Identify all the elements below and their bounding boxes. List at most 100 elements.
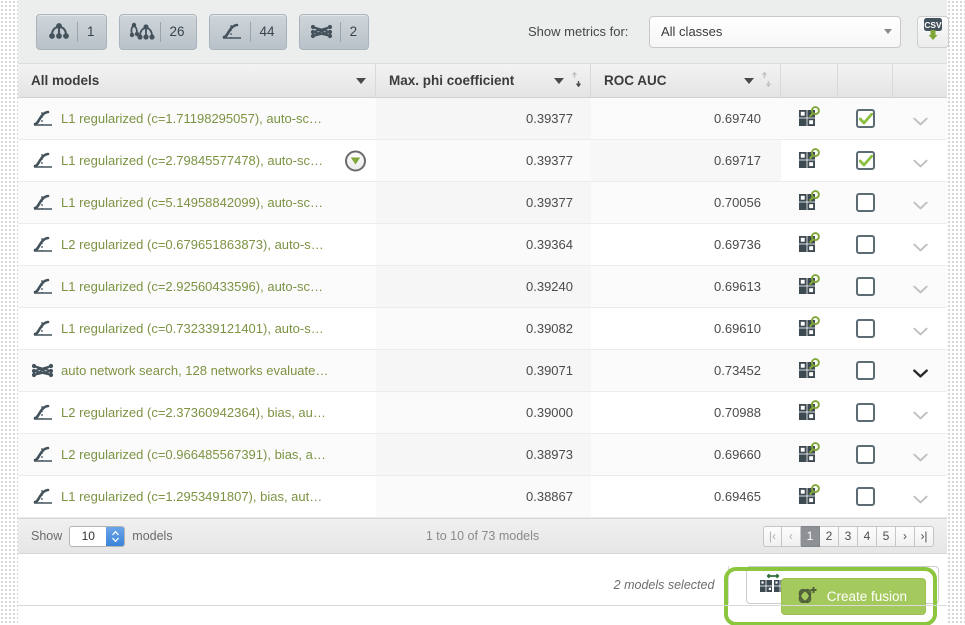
pagination-range-label: 1 to 10 of 73 models: [425, 529, 540, 543]
row-select-checkbox[interactable]: [856, 277, 875, 296]
row-select-checkbox[interactable]: [856, 235, 875, 254]
table-row[interactable]: L1 regularized (c=1.71198295057), auto-s…: [18, 98, 947, 140]
phi-coefficient-cell: 0.38867: [526, 489, 573, 504]
row-select-checkbox[interactable]: [856, 445, 875, 464]
pagination-page-3[interactable]: 3: [839, 525, 858, 547]
expand-row-chevron-icon[interactable]: [912, 198, 928, 210]
sort-icon[interactable]: [762, 70, 771, 90]
table-row[interactable]: L2 regularized (c=0.679651863873), auto-…: [18, 224, 947, 266]
model-type-filter-deepnet[interactable]: 2: [298, 13, 370, 50]
row-select-checkbox[interactable]: [856, 361, 875, 380]
expand-row-chevron-icon[interactable]: [912, 366, 928, 378]
table-row[interactable]: L1 regularized (c=0.732339121401), auto-…: [18, 308, 947, 350]
pagination-next-button[interactable]: ›: [896, 525, 915, 547]
pagination-first-button[interactable]: |‹: [762, 525, 782, 547]
row-select-checkbox[interactable]: [856, 487, 875, 506]
pagination-last-button[interactable]: ›|: [915, 525, 934, 547]
expand-row-chevron-icon[interactable]: [912, 240, 928, 252]
model-name-link[interactable]: L1 regularized (c=2.92560433596), auto-s…: [61, 279, 329, 294]
expand-row-chevron-icon[interactable]: [912, 324, 928, 336]
inspect-model-icon[interactable]: [798, 316, 822, 341]
model-name-link[interactable]: L1 regularized (c=1.2953491807), bias, a…: [61, 489, 329, 504]
inspect-model-icon[interactable]: [798, 358, 822, 383]
create-fusion-button[interactable]: Create fusion: [780, 578, 926, 615]
row-select-checkbox[interactable]: [856, 403, 875, 422]
decision-tree-icon: [46, 21, 72, 43]
roc-auc-cell: 0.70056: [714, 195, 761, 210]
model-name-link[interactable]: L1 regularized (c=5.14958842099), auto-s…: [61, 195, 329, 210]
logistic-regression-icon: [31, 151, 61, 171]
inspect-model-icon[interactable]: [798, 232, 822, 257]
row-select-checkbox[interactable]: [856, 109, 875, 128]
model-name-link[interactable]: auto network search, 128 networks evalua…: [61, 363, 329, 378]
inspect-model-icon[interactable]: [798, 274, 822, 299]
expand-row-chevron-icon[interactable]: [912, 156, 928, 168]
pagination-page-5[interactable]: 5: [877, 525, 896, 547]
model-name-link[interactable]: L1 regularized (c=2.79845577478), auto-s…: [61, 153, 329, 168]
row-select-checkbox[interactable]: [856, 319, 875, 338]
expand-row-chevron-icon[interactable]: [912, 492, 928, 504]
model-name-link[interactable]: L2 regularized (c=2.37360942364), bias, …: [61, 405, 329, 420]
inspect-model-icon[interactable]: [798, 484, 822, 509]
row-menu-button[interactable]: [345, 150, 366, 171]
pagination-prev-button[interactable]: ‹: [782, 525, 801, 547]
inspect-model-icon[interactable]: [798, 400, 822, 425]
pagination-page-2[interactable]: 2: [820, 525, 839, 547]
roc-auc-cell: 0.69717: [591, 140, 781, 181]
logistic-regression-icon: [31, 403, 61, 423]
table-row[interactable]: L2 regularized (c=2.37360942364), bias, …: [18, 392, 947, 434]
table-row[interactable]: L1 regularized (c=2.79845577478), auto-s…: [18, 140, 947, 182]
stepper-arrows[interactable]: [106, 526, 125, 546]
model-type-filter-logistic-regression[interactable]: 44: [208, 13, 287, 50]
logistic-regression-icon: [31, 445, 61, 465]
pagination-page-1[interactable]: 1: [801, 525, 820, 547]
table-row[interactable]: L2 regularized (c=0.966485567391), bias,…: [18, 434, 947, 476]
selected-count-label: 2 models selected: [613, 577, 715, 592]
svg-text:CSV: CSV: [924, 20, 942, 30]
sort-icon[interactable]: [572, 70, 581, 90]
model-name-link[interactable]: L1 regularized (c=0.732339121401), auto-…: [61, 321, 329, 336]
models-label: models: [132, 529, 173, 543]
divider: [159, 21, 161, 42]
column-header-all-models[interactable]: All models: [18, 64, 376, 97]
class-filter-select[interactable]: All classes: [649, 15, 901, 48]
pagination-page-4[interactable]: 4: [858, 525, 877, 547]
inspect-model-icon[interactable]: [798, 442, 822, 467]
expand-row-chevron-icon[interactable]: [912, 450, 928, 462]
phi-coefficient-cell: 0.39377: [526, 111, 573, 126]
model-name-link[interactable]: L1 regularized (c=1.71198295057), auto-s…: [61, 111, 329, 126]
model-name-link[interactable]: L2 regularized (c=0.679651863873), auto-…: [61, 237, 329, 252]
table-row[interactable]: auto network search, 128 networks evalua…: [18, 350, 947, 392]
select-cell: [838, 350, 893, 391]
divider: [728, 565, 730, 604]
table-row[interactable]: L1 regularized (c=2.92560433596), auto-s…: [18, 266, 947, 308]
expand-row-chevron-icon[interactable]: [912, 282, 928, 294]
page-size-stepper[interactable]: 10: [69, 525, 126, 547]
inspect-model-icon[interactable]: [798, 190, 822, 215]
column-header-label: ROC AUC: [604, 73, 667, 88]
model-type-count: 44: [259, 24, 275, 39]
phi-coefficient-cell: 0.39071: [526, 363, 573, 378]
inspect-model-icon[interactable]: [798, 106, 822, 131]
model-name-link[interactable]: L2 regularized (c=0.966485567391), bias,…: [61, 447, 329, 462]
divider: [18, 605, 947, 606]
model-type-count: 26: [169, 24, 185, 39]
row-select-checkbox[interactable]: [856, 151, 875, 170]
column-header-roc-auc[interactable]: ROC AUC: [591, 64, 781, 97]
download-csv-button[interactable]: CSV: [917, 15, 949, 48]
table-row[interactable]: L1 regularized (c=5.14958842099), auto-s…: [18, 182, 947, 224]
expand-row-chevron-icon[interactable]: [912, 114, 928, 126]
roc-auc-cell: 0.69660: [714, 447, 761, 462]
table-row[interactable]: L1 regularized (c=1.2953491807), bias, a…: [18, 476, 947, 518]
chevron-down-icon: [884, 29, 892, 34]
inspect-cell: [781, 182, 838, 223]
chevron-down-icon: [744, 77, 754, 84]
model-type-filter-ensemble[interactable]: 26: [118, 13, 197, 50]
row-select-checkbox[interactable]: [856, 193, 875, 212]
column-header-phi-coefficient[interactable]: Max. phi coefficient: [376, 64, 591, 97]
phi-coefficient-cell: 0.39240: [526, 279, 573, 294]
model-type-filter-decision-tree[interactable]: 1: [36, 13, 107, 50]
expand-row-chevron-icon[interactable]: [912, 408, 928, 420]
inspect-model-icon[interactable]: [798, 148, 822, 173]
roc-auc-cell: 0.69465: [714, 489, 761, 504]
